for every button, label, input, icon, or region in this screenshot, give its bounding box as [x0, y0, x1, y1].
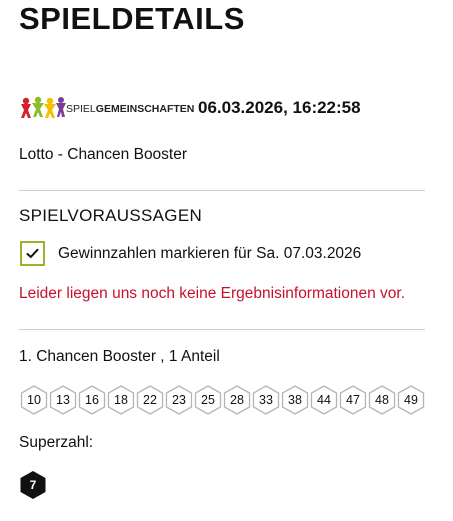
mark-winning-numbers-checkbox[interactable] [20, 241, 45, 266]
error-message: Leider liegen uns noch keine Ergebnisinf… [19, 285, 406, 302]
page-title: SPIELDETAILS [19, 1, 245, 36]
lotto-number: 23 [164, 385, 194, 415]
checkmark-icon [26, 248, 39, 258]
divider [19, 329, 425, 330]
lotto-number: 49 [396, 385, 426, 415]
lotto-number: 47 [338, 385, 368, 415]
superzahl-value: 7 [29, 478, 37, 492]
lotto-number: 13 [48, 385, 78, 415]
game-name: Lotto - Chancen Booster [19, 146, 188, 163]
lotto-number: 25 [193, 385, 223, 415]
lotto-number: 10 [19, 385, 49, 415]
lotto-number: 33 [251, 385, 281, 415]
spielgemeinschaften-logo: SPIELGEMEINSCHAFTEN [20, 96, 194, 120]
lotto-number: 28 [222, 385, 252, 415]
lotto-number: 16 [77, 385, 107, 415]
game-datetime: 06.03.2026, 16:22:58 [198, 98, 361, 117]
tipp-label: 1. Chancen Booster , 1 Anteil [19, 348, 220, 365]
mark-winning-numbers-label[interactable]: Gewinnzahlen markieren für Sa. 07.03.202… [58, 244, 361, 264]
superzahl-badge: 7 [18, 470, 48, 500]
section-title-predictions: SPIELVORAUSSAGEN [19, 206, 203, 225]
lotto-number: 44 [309, 385, 339, 415]
logo-figures-icon [21, 96, 66, 118]
superzahl-label: Superzahl: [19, 434, 94, 451]
divider [19, 190, 425, 191]
lotto-number: 22 [135, 385, 165, 415]
lotto-number: 48 [367, 385, 397, 415]
lotto-number: 18 [106, 385, 136, 415]
logo-wordmark: SPIELGEMEINSCHAFTEN [66, 103, 195, 115]
lotto-number: 38 [280, 385, 310, 415]
